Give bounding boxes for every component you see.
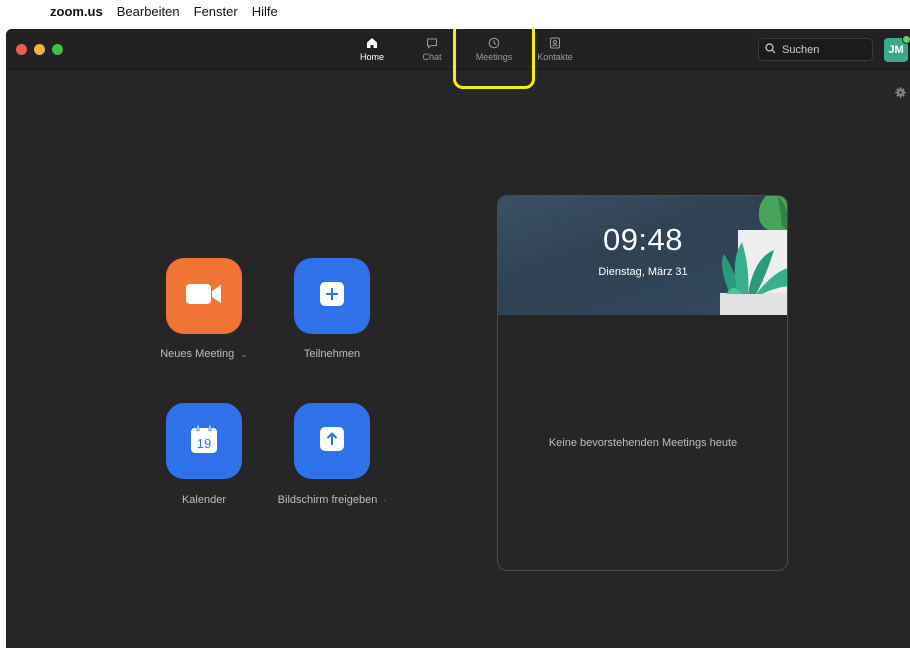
minimize-window-button[interactable] bbox=[34, 44, 45, 55]
join-button[interactable] bbox=[294, 258, 370, 334]
tab-contacts-label: Kontakte bbox=[537, 52, 573, 62]
new-meeting-button[interactable] bbox=[166, 258, 242, 334]
plus-icon bbox=[319, 281, 345, 312]
calendar-icon: 19 bbox=[190, 424, 218, 459]
clock-icon bbox=[488, 35, 500, 50]
menu-window[interactable]: Fenster bbox=[194, 4, 238, 19]
calendar-day-number: 19 bbox=[197, 436, 211, 451]
clock-header: 09:48 Dienstag, März 31 bbox=[498, 196, 787, 315]
share-screen-button[interactable] bbox=[294, 403, 370, 479]
settings-gear-icon[interactable] bbox=[895, 85, 906, 103]
window-controls bbox=[16, 44, 63, 55]
close-window-button[interactable] bbox=[16, 44, 27, 55]
share-screen-label: Bildschirm freigeben bbox=[277, 494, 378, 506]
chat-icon bbox=[426, 35, 438, 50]
no-meetings-message: Keine bevorstehenden Meetings heute bbox=[548, 437, 738, 449]
current-time: 09:48 bbox=[602, 222, 684, 257]
home-icon bbox=[366, 35, 378, 50]
chevron-down-icon[interactable]: ⌄ bbox=[240, 349, 248, 359]
join-label: Teilnehmen bbox=[303, 348, 361, 360]
avatar[interactable]: JM bbox=[884, 35, 910, 62]
title-bar: Home Chat Meetings Kontakte Suchen JM bbox=[6, 29, 910, 89]
search-icon bbox=[765, 41, 776, 59]
avatar-initials: JM bbox=[888, 44, 904, 56]
tab-chat[interactable]: Chat bbox=[401, 35, 463, 69]
tab-meetings-label: Meetings bbox=[475, 52, 513, 62]
new-meeting-label-row[interactable]: Neues Meeting ⌄ bbox=[148, 348, 260, 360]
share-arrow-icon bbox=[319, 426, 345, 457]
tab-home[interactable]: Home bbox=[341, 35, 403, 69]
zoom-window-button[interactable] bbox=[52, 44, 63, 55]
menu-edit[interactable]: Bearbeiten bbox=[117, 4, 180, 19]
video-camera-icon bbox=[185, 281, 223, 312]
share-screen-label-row[interactable]: Bildschirm freigeben · bbox=[254, 494, 410, 506]
contact-icon bbox=[549, 35, 561, 50]
current-date: Dienstag, März 31 bbox=[598, 266, 688, 278]
upcoming-meetings-panel: 09:48 Dienstag, März 31 Keine bevorstehe… bbox=[497, 195, 788, 571]
calendar-button[interactable]: 19 bbox=[166, 403, 242, 479]
search-input[interactable] bbox=[780, 42, 869, 57]
tab-contacts[interactable]: Kontakte bbox=[524, 35, 586, 69]
search-box[interactable] bbox=[758, 38, 873, 61]
status-indicator bbox=[902, 35, 910, 44]
menu-app-name[interactable]: zoom.us bbox=[50, 4, 103, 19]
menu-help[interactable]: Hilfe bbox=[252, 4, 278, 19]
tab-home-label: Home bbox=[359, 52, 384, 62]
tab-meetings[interactable]: Meetings bbox=[463, 35, 525, 69]
tab-chat-label: Chat bbox=[422, 52, 442, 62]
calendar-label: Kalender bbox=[181, 494, 227, 506]
zoom-window: Home Chat Meetings Kontakte Suchen JM Ne… bbox=[6, 29, 910, 648]
menu-bar: zoom.us Bearbeiten Fenster Hilfe bbox=[0, 0, 910, 22]
chevron-down-icon[interactable]: · bbox=[383, 495, 386, 505]
new-meeting-label: Neues Meeting bbox=[160, 348, 235, 360]
